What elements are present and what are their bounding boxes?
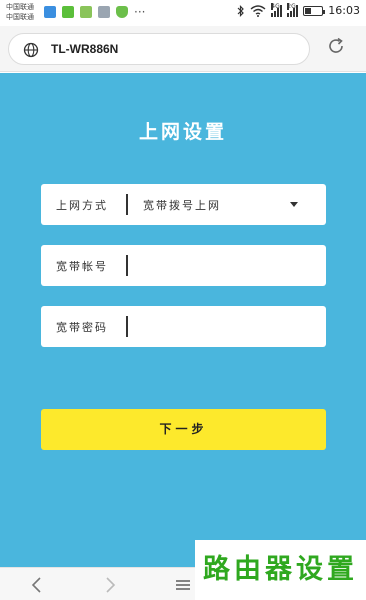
url-text: TL-WR886N <box>51 42 119 56</box>
carrier-label: 中国联通 中国联通 <box>6 2 34 22</box>
back-icon[interactable] <box>26 574 48 596</box>
app-notification-icon <box>44 6 56 18</box>
connection-type-select[interactable]: 上网方式 宽带拨号上网 <box>41 184 326 225</box>
globe-icon <box>23 42 39 58</box>
chevron-down-icon[interactable] <box>290 202 298 207</box>
watermark-logo: 路由器设置 <box>195 540 366 600</box>
broadband-password-field[interactable]: 宽带密码 <box>41 306 326 347</box>
wechat-icon <box>62 6 74 18</box>
notification-icons: ··· <box>44 6 145 18</box>
address-bar[interactable]: TL-WR886N <box>8 33 310 65</box>
refresh-icon[interactable] <box>326 36 346 56</box>
wifi-icon <box>250 4 266 17</box>
text-cursor <box>126 255 128 276</box>
router-setup-page: 上网设置 上网方式 宽带拨号上网 宽带帐号 宽带密码 下一步 <box>0 73 366 567</box>
signal-2g-icon: 2G <box>287 2 299 17</box>
status-bar: 中国联通 中国联通 ··· 4G 2G 16:03 <box>0 0 366 26</box>
broadband-account-label: 宽带帐号 <box>56 260 108 273</box>
text-cursor <box>126 316 128 337</box>
shield-icon <box>116 6 128 18</box>
next-step-button[interactable]: 下一步 <box>41 409 326 450</box>
clock: 16:03 <box>328 4 360 17</box>
battery-level <box>305 7 311 14</box>
carrier-line-1: 中国联通 <box>6 3 34 11</box>
network-type-2g: 2G <box>287 2 296 10</box>
network-type-4g: 4G <box>271 2 280 10</box>
broadband-account-field[interactable]: 宽带帐号 <box>41 245 326 286</box>
field-divider <box>126 194 128 215</box>
gallery-icon <box>98 6 110 18</box>
forward-icon[interactable] <box>99 574 121 596</box>
broadband-password-label: 宽带密码 <box>56 321 108 334</box>
bluetooth-icon <box>237 4 245 17</box>
browser-toolbar: TL-WR886N <box>0 26 366 72</box>
status-icons: 4G 2G 16:03 <box>237 2 360 17</box>
message-icon <box>80 6 92 18</box>
more-notifications-icon: ··· <box>134 5 146 19</box>
carrier-line-2: 中国联通 <box>6 13 34 21</box>
connection-type-value: 宽带拨号上网 <box>143 199 221 212</box>
battery-icon <box>303 5 326 16</box>
connection-type-label: 上网方式 <box>56 199 108 212</box>
signal-4g-icon: 4G <box>271 2 283 17</box>
page-title: 上网设置 <box>138 121 227 143</box>
menu-icon[interactable] <box>172 574 194 596</box>
